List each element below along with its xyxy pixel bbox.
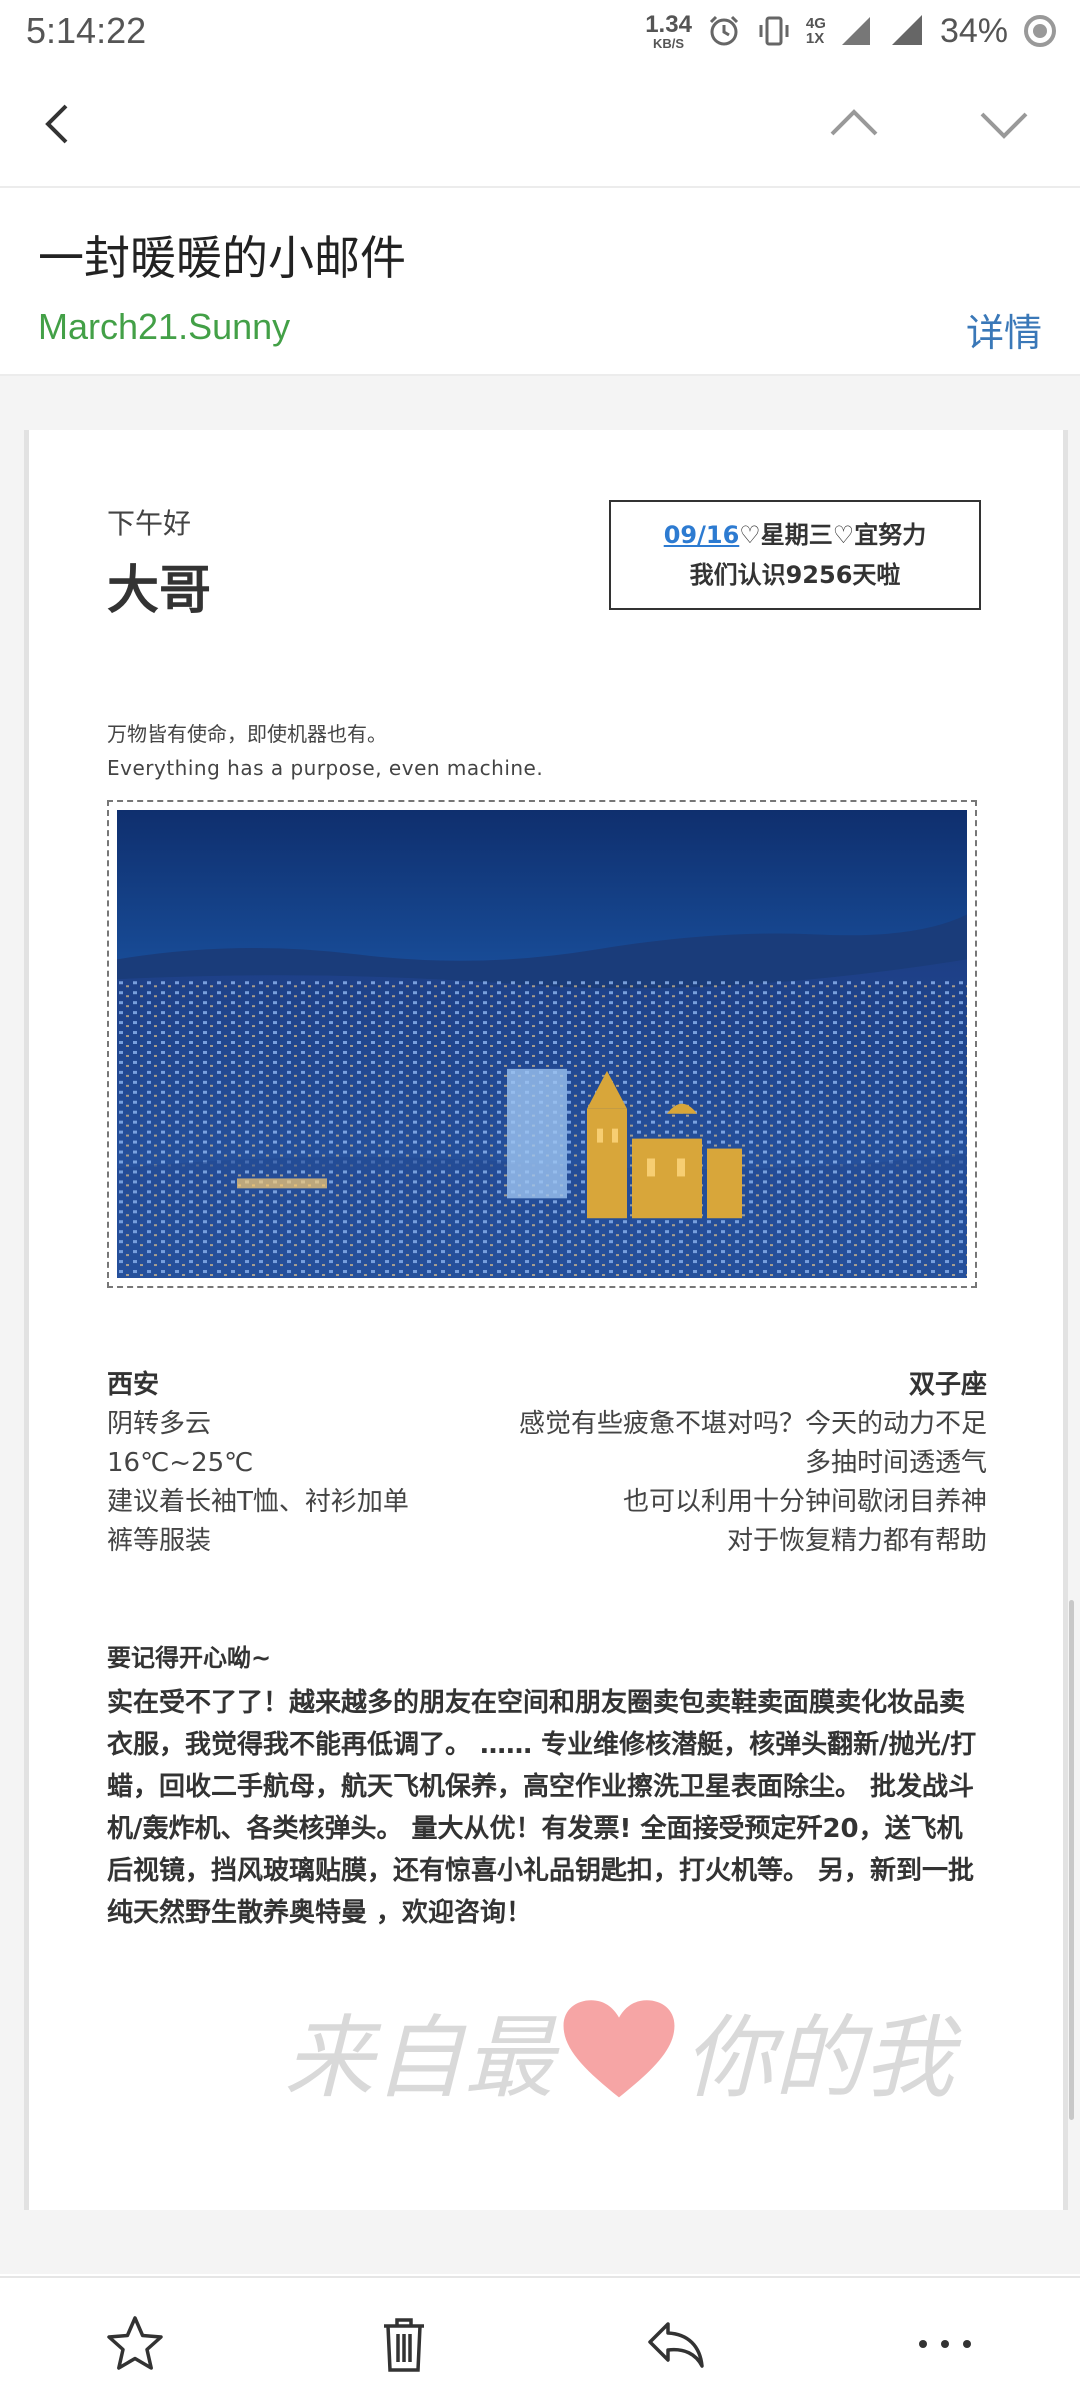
back-arrow-icon xyxy=(45,104,68,144)
signal-icon xyxy=(841,17,870,45)
recipient-name: 大哥 xyxy=(107,561,212,621)
previous-mail-button[interactable] xyxy=(818,88,890,160)
heart-icon xyxy=(563,2000,675,2098)
horoscope-line-2: 多抽时间透透气 xyxy=(804,1448,987,1478)
bottom-action-bar xyxy=(0,2276,1080,2407)
reply-icon xyxy=(648,2322,704,2368)
mail-header: 一封暖暖的小邮件 March21.Sunny 详情 xyxy=(0,188,1080,376)
quote-english: Everything has a purpose, even machine. xyxy=(107,756,544,780)
horoscope-sign: 双子座 xyxy=(908,1370,987,1400)
network-type-top: 4G xyxy=(805,15,826,32)
status-time: 5:14:22 xyxy=(26,10,147,51)
mail-subject: 一封暖暖的小邮件 xyxy=(38,231,406,285)
more-button[interactable] xyxy=(903,2302,987,2386)
weather-city: 西安 xyxy=(107,1370,160,1400)
signature: 来自最 你的我 xyxy=(239,1990,999,2111)
reply-button[interactable] xyxy=(634,2302,718,2386)
weather-condition: 阴转多云 xyxy=(107,1409,212,1439)
horoscope-line-3: 也可以利用十分钟间歇闭目养神 xyxy=(622,1487,987,1517)
vibrate-icon xyxy=(759,16,789,46)
back-button[interactable] xyxy=(24,88,96,160)
sender-name[interactable]: March21.Sunny xyxy=(38,306,290,348)
mail-body: 下午好 大哥 09/16♡星期三♡宜努力 我们认识9256天啦 万物皆有使命，即… xyxy=(0,376,1080,2274)
weather-advice-1: 建议着长袖T恤、衬衫加单 xyxy=(107,1487,409,1517)
date-box: 09/16♡星期三♡宜努力 我们认识9256天啦 xyxy=(609,500,981,610)
star-button[interactable] xyxy=(93,2302,177,2386)
mail-card: 下午好 大哥 09/16♡星期三♡宜努力 我们认识9256天啦 万物皆有使命，即… xyxy=(24,430,1068,2210)
chevron-up-icon xyxy=(830,109,878,136)
more-icon xyxy=(919,2340,971,2348)
weather-advice-2: 裤等服装 xyxy=(107,1526,212,1556)
greeting: 下午好 xyxy=(107,507,192,540)
city-night-photo xyxy=(117,810,967,1278)
date-suffix: ♡星期三♡宜努力 xyxy=(739,521,927,549)
alarm-icon xyxy=(709,15,738,46)
battery-icon xyxy=(1024,15,1056,47)
date-link[interactable]: 09/16 xyxy=(664,521,740,549)
network-type: 4G 1X xyxy=(806,16,826,46)
weather-block: 西安 阴转多云 16℃~25℃ 建议着长袖T恤、衬衫加单 裤等服装 xyxy=(107,1366,409,1561)
remember-heading: 要记得开心呦~ xyxy=(107,1644,272,1672)
horoscope-line-1: 感觉有些疲惫不堪对吗？今天的动力不足 xyxy=(518,1409,987,1439)
quote-chinese: 万物皆有使命，即使机器也有。 xyxy=(107,722,387,746)
network-speed-value: 1.34 xyxy=(645,10,692,38)
scrollbar[interactable] xyxy=(1069,1600,1074,2120)
date-line: 09/16♡星期三♡宜努力 xyxy=(664,515,927,555)
horoscope-block: 双子座 感觉有些疲惫不堪对吗？今天的动力不足 多抽时间透透气 也可以利用十分钟间… xyxy=(427,1366,987,1561)
trash-icon xyxy=(384,2318,424,2372)
next-mail-button[interactable] xyxy=(968,88,1040,160)
weather-temp: 16℃~25℃ xyxy=(107,1448,254,1478)
battery-percent: 34% xyxy=(939,11,1008,50)
horoscope-line-4: 对于恢复精力都有帮助 xyxy=(726,1526,987,1556)
network-speed-unit: KB/S xyxy=(653,35,685,51)
star-icon xyxy=(107,2316,163,2370)
network-speed: 1.34 KB/S xyxy=(645,10,692,51)
signal-icon-2 xyxy=(891,15,922,45)
days-known: 我们认识9256天啦 xyxy=(689,561,901,589)
chevron-down-icon xyxy=(980,112,1028,139)
ad-paragraph: 实在受不了了！越来越多的朋友在空间和朋友圈卖包卖鞋卖面膜卖化妆品卖衣服，我觉得我… xyxy=(107,1688,977,1928)
delete-button[interactable] xyxy=(362,2302,446,2386)
status-bar: 5:14:22 1.34 KB/S 4G 1X 34% xyxy=(0,0,1080,62)
signature-right: 你的我 xyxy=(684,2006,954,2111)
signature-left: 来自最 xyxy=(284,2006,554,2111)
details-link[interactable]: 详情 xyxy=(966,302,1042,357)
toolbar xyxy=(0,62,1080,188)
network-type-bottom: 1X xyxy=(805,30,825,47)
photo-frame xyxy=(107,800,977,1288)
status-indicators: 1.34 KB/S 4G 1X 34% xyxy=(645,8,1058,54)
